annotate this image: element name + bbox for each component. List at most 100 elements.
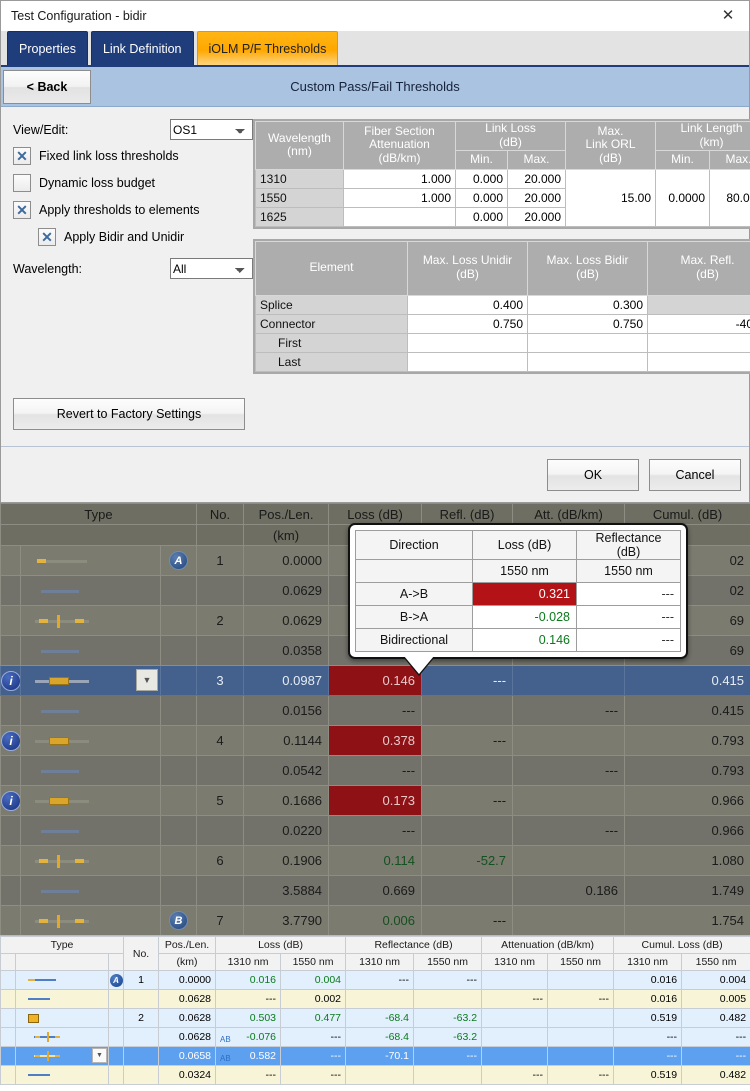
tab-properties[interactable]: Properties [7, 31, 88, 65]
th-type[interactable]: Type [0, 936, 125, 954]
table-row[interactable]: 2 0.0628 0.503 0.477 -68.4 -63.2 0.519 0… [0, 1008, 750, 1028]
app-screen: Test Configuration - bidir ✕ Properties … [0, 0, 750, 1091]
revert-to-factory-settings-button[interactable]: Revert to Factory Settings [13, 397, 245, 430]
cell-max-orl[interactable]: 15.00 [565, 168, 657, 227]
th-loss[interactable]: Loss (dB) [215, 936, 347, 954]
cell-attenuation[interactable]: 1.000 [343, 187, 456, 208]
checkbox-apply-thresholds-to-elements[interactable]: ✕ Apply thresholds to elements [13, 201, 253, 219]
back-button[interactable]: < Back [3, 69, 91, 104]
th-no[interactable]: No. [123, 936, 160, 971]
th-pos-len[interactable]: Pos./Len. [158, 936, 217, 954]
cell-status-icon[interactable]: i [0, 725, 21, 756]
cell-max-loss-bidir[interactable] [527, 332, 648, 353]
cell-length-max[interactable]: 80.000 [709, 168, 750, 227]
cell-max-refl[interactable] [646, 351, 750, 372]
cell-loss-max[interactable]: 20.000 [506, 187, 567, 208]
cell-max-loss-bidir[interactable] [527, 351, 648, 372]
cell-max-loss-unidir[interactable] [407, 332, 528, 353]
table-row[interactable]: 3.5884 0.669 0.186 1.749 [0, 875, 750, 906]
checkbox-checked-icon[interactable]: ✕ [13, 147, 31, 165]
cell-wavelength: 1310 [255, 168, 344, 189]
th-loss[interactable]: Loss (dB) [328, 503, 423, 525]
checkbox-apply-bidir-and-unidir[interactable]: ✕ Apply Bidir and Unidir [38, 228, 253, 246]
table-row[interactable]: A 1 0.0000 0.016 0.004 --- --- 0.016 0.0… [0, 970, 750, 990]
checkbox-checked-icon[interactable]: ✕ [38, 228, 56, 246]
table-row[interactable]: Connector 0.750 0.750 -40.0 [255, 313, 750, 334]
checkbox-unchecked-icon[interactable] [13, 174, 31, 192]
th-attenuation[interactable]: Attenuation (dB/km) [481, 936, 615, 954]
fiber-glyph-icon [26, 994, 66, 1005]
table-row[interactable]: 1310 1.000 0.000 20.000 15.00 0.0000 80.… [255, 168, 750, 227]
cancel-button[interactable]: Cancel [649, 458, 741, 491]
info-icon[interactable]: i [1, 670, 20, 691]
cell-no [196, 575, 245, 606]
info-icon[interactable]: i [1, 790, 20, 811]
cell-loss-1550: 0.477 [280, 1008, 347, 1028]
cell-status-icon[interactable]: i [0, 785, 21, 816]
info-icon[interactable]: i [1, 730, 20, 751]
table-row[interactable]: 0.0220 --- --- 0.966 [0, 815, 750, 846]
cell-max-loss-bidir[interactable]: 0.300 [527, 294, 648, 315]
view-edit-select[interactable]: OS1 [170, 119, 253, 140]
row-dropdown-button[interactable]: ▼ [136, 669, 158, 691]
cell-loss-min[interactable]: 0.000 [455, 168, 508, 189]
close-icon[interactable]: ✕ [713, 4, 743, 28]
ok-button[interactable]: OK [547, 458, 639, 491]
cell-att [512, 905, 626, 935]
cell-max-loss-unidir[interactable]: 0.400 [407, 294, 528, 315]
th-refl[interactable]: Refl. (dB) [421, 503, 514, 525]
cell-max-refl[interactable]: -40.0 [646, 313, 750, 334]
cell-no: 4 [196, 725, 245, 756]
cell-max-refl[interactable] [646, 332, 750, 353]
cell-attenuation[interactable] [343, 206, 456, 227]
table-row[interactable]: 0.0628 --- 0.002 --- --- 0.016 0.005 [0, 989, 750, 1009]
table-row[interactable]: 6 0.1906 0.114 -52.7 1.080 [0, 845, 750, 876]
cell-pos: 0.0658 [158, 1046, 217, 1066]
table-row[interactable]: First [255, 332, 750, 353]
table-row[interactable]: i 5 0.1686 0.173 --- 0.966 [0, 785, 750, 816]
table-row[interactable]: Splice 0.400 0.300 [255, 294, 750, 315]
cell-cum-1310: 0.016 [613, 970, 683, 990]
tab-link-definition[interactable]: Link Definition [90, 31, 194, 65]
th-sub-loss-1310: 1310 nm [215, 953, 282, 971]
table-row[interactable]: B 7 3.7790 0.006 --- 1.754 [0, 905, 750, 935]
table-row[interactable]: 0.0156 --- --- 0.415 [0, 695, 750, 726]
table-row[interactable]: ▼ 0.0658 AB 0.582 --- -70.1 --- --- --- [0, 1046, 750, 1066]
th-type[interactable]: Type [0, 503, 198, 525]
cell-attenuation[interactable]: 1.000 [343, 168, 456, 189]
cell-type [20, 725, 161, 756]
cell-loss-max[interactable]: 20.000 [506, 168, 567, 189]
cell-loss-max[interactable]: 20.000 [506, 206, 567, 227]
table-row[interactable]: i 4 0.1144 0.378 --- 0.793 [0, 725, 750, 756]
cell-loss-min[interactable]: 0.000 [455, 206, 508, 227]
tab-iolm-pf-thresholds[interactable]: iOLM P/F Thresholds [196, 31, 339, 65]
table-row[interactable]: i ▼ 3 0.0987 0.146 --- 0.415 [0, 665, 750, 696]
cell-type [20, 635, 161, 666]
cell-loss-min[interactable]: 0.000 [455, 187, 508, 208]
cell-loss-1550: 0.004 [280, 970, 347, 990]
cell-max-loss-bidir[interactable]: 0.750 [527, 313, 648, 334]
checkbox-fixed-link-loss-thresholds[interactable]: ✕ Fixed link loss thresholds [13, 147, 253, 165]
row-dropdown-button[interactable]: ▼ [92, 1048, 107, 1063]
cell-max-loss-unidir[interactable] [407, 351, 528, 372]
checkbox-dynamic-loss-budget[interactable]: Dynamic loss budget [13, 174, 253, 192]
th-reflectance[interactable]: Reflectance (dB) [345, 936, 483, 954]
cell-length-min[interactable]: 0.0000 [655, 168, 711, 227]
table-row[interactable]: Last [255, 351, 750, 372]
th-att[interactable]: Att. (dB/km) [512, 503, 626, 525]
table-row[interactable]: 0.0628 AB -0.076 --- -68.4 -63.2 --- --- [0, 1027, 750, 1047]
th-cumul[interactable]: Cumul. (dB) [624, 503, 750, 525]
cell-max-loss-unidir[interactable]: 0.750 [407, 313, 528, 334]
th-no[interactable]: No. [196, 503, 245, 525]
cell-status-icon[interactable]: i [0, 665, 21, 696]
th-pos-len[interactable]: Pos./Len. [243, 503, 330, 525]
connector-glyph-icon [34, 1050, 74, 1062]
cell-att-1310 [481, 970, 549, 990]
cell-type: ▼ [20, 665, 161, 696]
th-cumul-loss[interactable]: Cumul. Loss (dB) [613, 936, 750, 954]
table-row[interactable]: 0.0324 --- --- --- --- 0.519 0.482 [0, 1065, 750, 1085]
table-row[interactable]: 0.0542 --- --- 0.793 [0, 755, 750, 786]
cell-att-1310: --- [481, 989, 549, 1009]
wavelength-select[interactable]: All [170, 258, 253, 279]
checkbox-checked-icon[interactable]: ✕ [13, 201, 31, 219]
